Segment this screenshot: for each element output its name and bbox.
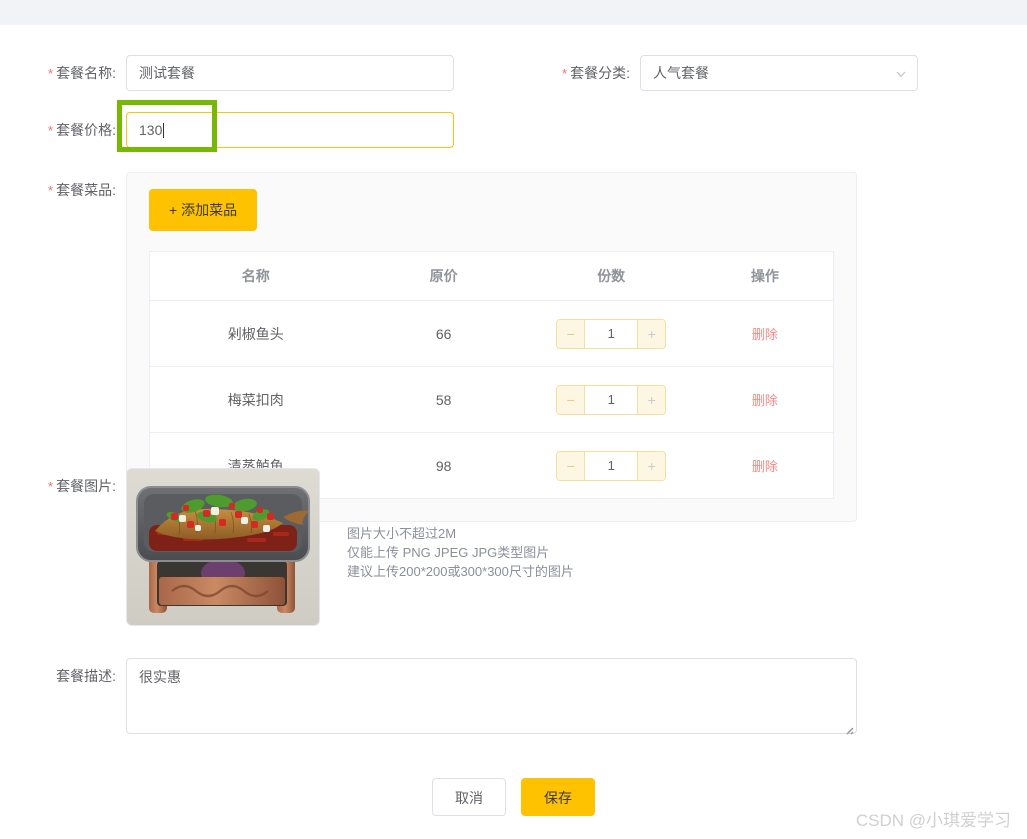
column-header-name: 名称 bbox=[149, 251, 362, 301]
upload-hint-size: 图片大小不超过2M bbox=[347, 526, 457, 541]
dish-qty-cell: − 1 + bbox=[525, 366, 697, 433]
top-bar bbox=[0, 0, 1027, 25]
add-dish-button[interactable]: + 添加菜品 bbox=[149, 189, 258, 231]
table-row: 剁椒鱼头 66 − 1 + 删除 bbox=[149, 300, 834, 367]
required-asterisk: * bbox=[562, 66, 568, 81]
package-name-label: * 套餐名称: bbox=[48, 65, 116, 81]
package-image-row: * 套餐图片: 图片大小不超过2M 仅能上传 PNG JPEG JPG类型图片 … bbox=[40, 468, 574, 626]
upload-hint-dimensions: 建议上传200*200或300*300尺寸的图片 bbox=[347, 564, 574, 579]
package-price-input[interactable]: 130 bbox=[126, 112, 454, 148]
upload-hints: 图片大小不超过2M 仅能上传 PNG JPEG JPG类型图片 建议上传200*… bbox=[347, 468, 574, 581]
required-asterisk: * bbox=[48, 479, 54, 494]
plus-icon[interactable]: + bbox=[638, 319, 666, 348]
package-price-label: * 套餐价格: bbox=[48, 122, 116, 138]
dish-qty-cell: − 1 + bbox=[525, 300, 697, 367]
package-dishes-label: * 套餐菜品: bbox=[48, 182, 116, 198]
package-image-label: * 套餐图片: bbox=[48, 478, 116, 494]
column-header-price: 原价 bbox=[361, 251, 526, 301]
plus-icon[interactable]: + bbox=[638, 385, 666, 414]
package-category-value: 人气套餐 bbox=[653, 65, 709, 81]
dish-price: 66 bbox=[361, 300, 526, 367]
dish-action-cell: 删除 bbox=[696, 366, 834, 433]
quantity-stepper[interactable]: − 1 + bbox=[556, 384, 667, 415]
column-header-action: 操作 bbox=[696, 251, 834, 301]
dish-action-cell: 删除 bbox=[696, 432, 834, 499]
package-description-row: 套餐描述: bbox=[40, 658, 857, 737]
minus-icon[interactable]: − bbox=[557, 319, 585, 348]
required-asterisk: * bbox=[48, 66, 54, 81]
table-row: 梅菜扣肉 58 − 1 + 删除 bbox=[149, 366, 834, 433]
quantity-stepper[interactable]: − 1 + bbox=[556, 318, 667, 349]
dish-name: 梅菜扣肉 bbox=[149, 366, 362, 433]
package-category-select[interactable]: 人气套餐 bbox=[640, 55, 918, 91]
dish-table-header-row: 名称 原价 份数 操作 bbox=[149, 251, 834, 301]
save-button[interactable]: 保存 bbox=[521, 778, 595, 816]
description-wrapper bbox=[126, 658, 857, 737]
dish-action-cell: 删除 bbox=[696, 300, 834, 367]
quantity-value[interactable]: 1 bbox=[584, 385, 639, 414]
dish-name: 剁椒鱼头 bbox=[149, 300, 362, 367]
package-category-row: * 套餐分类: 人气套餐 bbox=[548, 55, 918, 92]
column-header-qty: 份数 bbox=[525, 251, 697, 301]
required-asterisk: * bbox=[48, 183, 54, 198]
delete-dish-link[interactable]: 删除 bbox=[752, 459, 778, 474]
package-price-value: 130 bbox=[139, 122, 163, 138]
dish-table: 名称 原价 份数 操作 剁椒鱼头 66 − 1 + 删除 梅菜扣肉 58 − 1… bbox=[149, 251, 834, 499]
quantity-value[interactable]: 1 bbox=[584, 451, 639, 480]
chevron-down-icon bbox=[895, 68, 906, 79]
package-price-row: * 套餐价格: 130 bbox=[40, 112, 454, 149]
text-caret bbox=[163, 123, 165, 138]
cancel-button[interactable]: 取消 bbox=[432, 778, 506, 816]
minus-icon[interactable]: − bbox=[557, 385, 585, 414]
package-description-label: 套餐描述: bbox=[56, 668, 116, 684]
package-category-label: * 套餐分类: bbox=[562, 65, 630, 81]
package-description-textarea[interactable] bbox=[126, 658, 857, 734]
package-image-thumbnail[interactable] bbox=[126, 468, 320, 626]
dish-photo bbox=[127, 469, 319, 625]
required-asterisk: * bbox=[48, 123, 54, 138]
delete-dish-link[interactable]: 删除 bbox=[752, 393, 778, 408]
package-name-input[interactable] bbox=[126, 55, 454, 91]
delete-dish-link[interactable]: 删除 bbox=[752, 327, 778, 342]
dish-price: 58 bbox=[361, 366, 526, 433]
package-name-row: * 套餐名称: bbox=[40, 55, 454, 92]
watermark: CSDN @小琪爱学习 bbox=[855, 811, 1011, 830]
plus-icon[interactable]: + bbox=[638, 451, 666, 480]
quantity-value[interactable]: 1 bbox=[584, 319, 639, 348]
upload-hint-types: 仅能上传 PNG JPEG JPG类型图片 bbox=[347, 545, 550, 560]
